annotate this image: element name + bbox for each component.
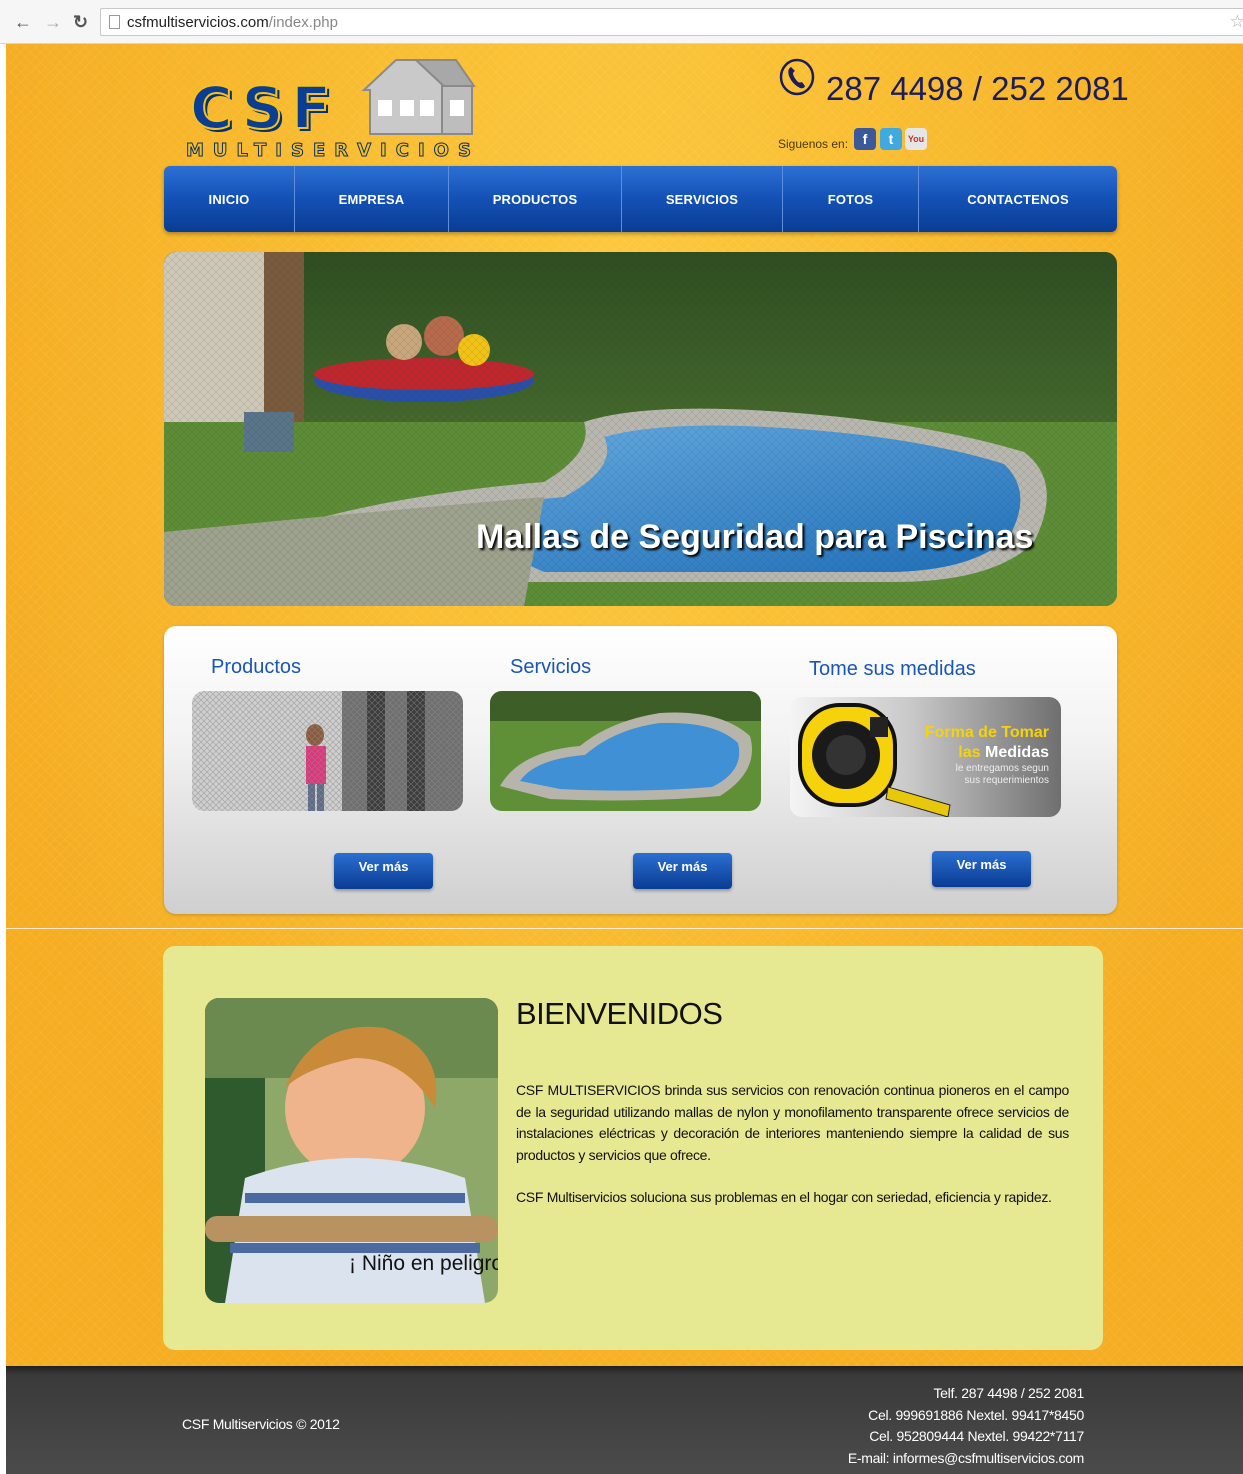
main-nav: INICIO EMPRESA PRODUCTOS SERVICIOS FOTOS… xyxy=(164,166,1117,232)
welcome-paragraph-2: CSF Multiservicios soluciona sus problem… xyxy=(516,1189,1052,1205)
nav-item-fotos[interactable]: FOTOS xyxy=(783,166,919,232)
ver-mas-productos-button[interactable]: Ver más xyxy=(334,853,433,889)
browser-toolbar: ← → ↻ csfmultiservicios.com/index.php ☆ xyxy=(0,0,1243,44)
welcome-text: CSF MULTISERVICIOS brinda sus servicios … xyxy=(516,1080,1069,1230)
facebook-icon[interactable]: f xyxy=(854,128,876,150)
house-logo-icon xyxy=(361,59,476,135)
feature-title-productos[interactable]: Productos xyxy=(211,656,301,679)
nav-item-empresa[interactable]: EMPRESA xyxy=(295,166,449,232)
hero-banner[interactable]: Mallas de Seguridad para Piscinas xyxy=(164,252,1117,606)
net-photo xyxy=(192,691,463,811)
child-photo: ¡ Niño en peligro! xyxy=(205,998,498,1303)
address-bar[interactable]: csfmultiservicios.com/index.php ☆ xyxy=(100,8,1243,36)
phone-icon xyxy=(779,58,815,96)
logo-multiservicios-text: MULTISERVICIOS xyxy=(186,140,480,162)
promo-line1: Forma de Tomar xyxy=(924,724,1049,741)
url-text[interactable]: csfmultiservicios.com/index.php xyxy=(127,14,338,31)
logo-csf-text: CSF xyxy=(189,73,340,143)
feature-image-productos[interactable] xyxy=(192,691,463,811)
footer-contact: Telf. 287 4498 / 252 2081 Cel. 999691886… xyxy=(848,1383,1084,1469)
ver-mas-servicios-button[interactable]: Ver más xyxy=(633,853,732,889)
social-label: Siguenos en: xyxy=(778,137,849,151)
footer-cell-1: Cel. 999691886 Nextel. 99417*8450 xyxy=(868,1406,1084,1423)
image-caption: ¡ Niño en peligro! xyxy=(349,1252,498,1275)
youtube-icon[interactable]: You xyxy=(905,128,927,150)
nav-item-servicios[interactable]: SERVICIOS xyxy=(622,166,783,232)
nav-item-inicio[interactable]: INICIO xyxy=(164,166,295,232)
bookmark-star-icon[interactable]: ☆ xyxy=(1230,12,1243,32)
back-arrow-icon[interactable]: ← xyxy=(14,12,32,32)
promo-sub2: sus requerimientos xyxy=(964,775,1049,786)
feature-image-servicios[interactable] xyxy=(490,691,761,811)
footer-phone: Telf. 287 4498 / 252 2081 xyxy=(933,1385,1084,1401)
welcome-paragraph-1: CSF MULTISERVICIOS brinda sus servicios … xyxy=(516,1082,1069,1163)
footer-copyright: CSF Multiservicios © 2012 xyxy=(182,1416,340,1432)
site-logo[interactable]: CSF MULTISERVICIOS xyxy=(186,52,486,162)
page-background: CSF MULTISERVICIOS 287 4498 / 252 2081 S… xyxy=(6,44,1243,1474)
page-icon xyxy=(109,15,120,29)
ver-mas-medidas-button[interactable]: Ver más xyxy=(932,851,1031,887)
forward-arrow-icon[interactable]: → xyxy=(44,12,62,32)
pool-thumbnail xyxy=(490,691,761,811)
reload-icon[interactable]: ↻ xyxy=(73,12,88,32)
hero-caption: Mallas de Seguridad para Piscinas xyxy=(476,518,1034,556)
medidas-promo: Forma de Tomar las Medidas le entregamos… xyxy=(925,723,1049,787)
promo-line2: las Medidas xyxy=(958,744,1049,761)
nav-item-contactenos[interactable]: CONTACTENOS xyxy=(919,166,1117,232)
twitter-icon[interactable]: t xyxy=(880,128,902,150)
promo-sub1: le entregamos segun xyxy=(955,763,1049,774)
nav-item-productos[interactable]: PRODUCTOS xyxy=(449,166,622,232)
welcome-section: ¡ Niño en peligro! BIENVENIDOS CSF MULTI… xyxy=(163,946,1103,1350)
feature-title-medidas[interactable]: Tome sus medidas xyxy=(809,658,976,681)
phone-number: 287 4498 / 252 2081 xyxy=(826,70,1129,107)
welcome-title: BIENVENIDOS xyxy=(516,996,723,1031)
feature-image-medidas[interactable]: Forma de Tomar las Medidas le entregamos… xyxy=(790,697,1061,817)
footer-email[interactable]: E-mail: informes@csfmultiservicios.com xyxy=(848,1448,1084,1470)
features-panel: Productos Ver más Servicios Ver más Tome… xyxy=(164,626,1117,914)
divider xyxy=(6,928,1243,929)
footer-cell-2: Cel. 952809444 Nextel. 99422*7117 xyxy=(869,1428,1084,1444)
feature-title-servicios[interactable]: Servicios xyxy=(510,656,591,679)
footer: CSF Multiservicios © 2012 Telf. 287 4498… xyxy=(6,1366,1243,1474)
